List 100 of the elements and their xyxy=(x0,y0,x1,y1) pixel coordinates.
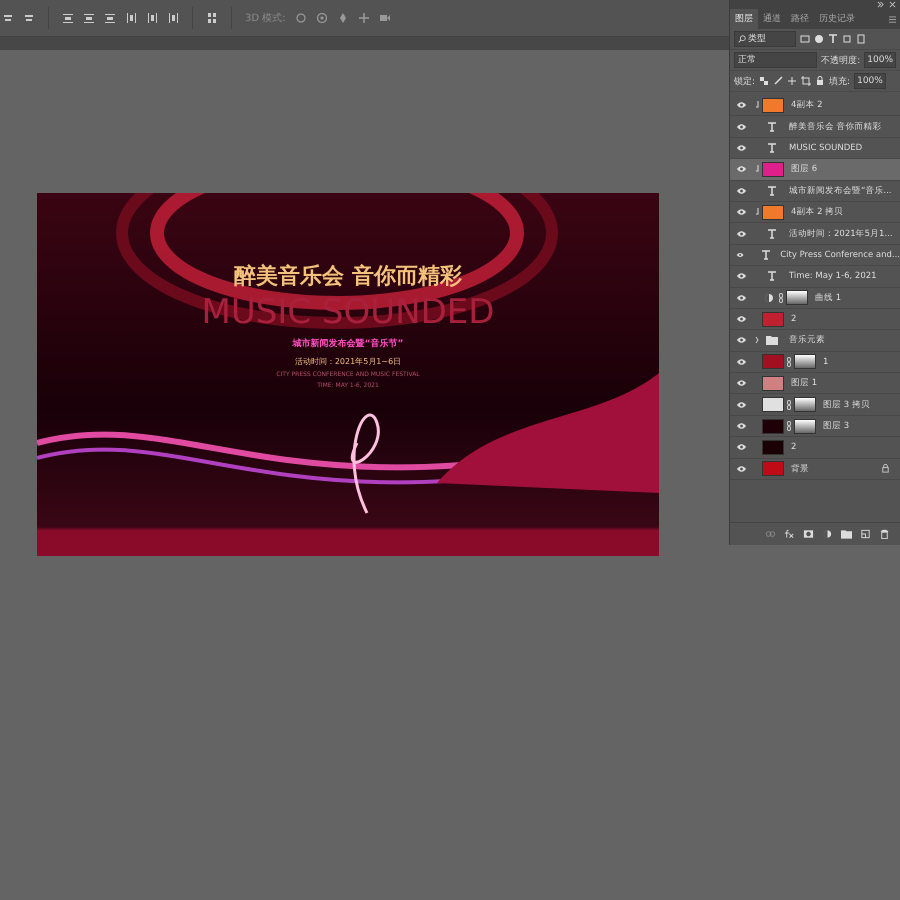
adjustment-icon xyxy=(764,292,774,303)
filter-dropdown[interactable]: 类型 xyxy=(734,31,796,47)
layer-name: 图层 6 xyxy=(791,163,818,176)
close-icon[interactable] xyxy=(889,1,896,8)
layer-name: 城市新闻发布会暨“音乐... xyxy=(789,184,892,197)
layer-row[interactable]: 醉美音乐会 音你而精彩 xyxy=(730,116,900,138)
layer-row[interactable]: 背景 xyxy=(730,458,900,480)
layer-row[interactable]: 图层 6 xyxy=(730,159,900,181)
rotate-icon[interactable] xyxy=(294,12,307,24)
align-icon[interactable] xyxy=(2,12,14,24)
adjustment-filter-icon[interactable] xyxy=(814,34,824,44)
poster-date-text: 活动时间：2021年5月1~6日 xyxy=(294,356,402,367)
folder-icon xyxy=(766,335,778,346)
distribute-icon[interactable] xyxy=(125,12,137,24)
layer-name: City Press Conference and... xyxy=(780,250,900,260)
camera-icon[interactable] xyxy=(378,12,391,24)
layer-row[interactable]: 1 xyxy=(730,352,900,374)
panel-tab[interactable]: 历史记录 xyxy=(814,9,860,29)
collapse-icon[interactable] xyxy=(877,1,884,8)
opacity-label: 不透明度: xyxy=(821,54,860,66)
add-mask-icon[interactable] xyxy=(803,529,814,539)
fill-field[interactable]: 100% xyxy=(854,73,886,89)
layer-row[interactable]: 音乐元素 xyxy=(730,330,900,352)
layer-name: 活动时间：2021年5月1... xyxy=(789,228,893,240)
blend-mode-dropdown[interactable]: 正常 xyxy=(734,52,818,68)
layer-row[interactable]: 2 xyxy=(730,437,900,459)
image-filter-icon[interactable] xyxy=(800,34,810,44)
layer-row[interactable]: 图层 1 xyxy=(730,373,900,394)
layer-name: 4副本 2 xyxy=(791,99,823,112)
distribute-icon[interactable] xyxy=(83,12,95,24)
visibility-eye-icon[interactable] xyxy=(736,443,747,452)
distribute-icon[interactable] xyxy=(104,12,116,24)
layer-name: 1 xyxy=(823,356,828,367)
distribute-icon[interactable] xyxy=(146,12,158,24)
layer-name: 音乐元素 xyxy=(789,334,825,346)
crop-icon[interactable] xyxy=(801,76,812,86)
brush-icon[interactable] xyxy=(773,76,784,86)
panel-tab[interactable]: 路径 xyxy=(786,9,814,29)
visibility-eye-icon[interactable] xyxy=(736,315,747,324)
layer-row[interactable]: 4副本 2 xyxy=(730,95,900,116)
layer-name: 4副本 2 拷贝 xyxy=(791,206,844,218)
visibility-eye-icon[interactable] xyxy=(736,165,747,174)
visibility-eye-icon[interactable] xyxy=(736,358,747,366)
layer-row[interactable]: 曲线 1 xyxy=(730,288,900,309)
visibility-eye-icon[interactable] xyxy=(736,186,747,195)
opacity-field[interactable]: 100% xyxy=(864,52,896,68)
visibility-eye-icon[interactable] xyxy=(736,464,747,473)
layer-row[interactable]: 2 xyxy=(730,308,900,330)
fill-label: 填充: xyxy=(829,76,850,88)
visibility-eye-icon[interactable] xyxy=(736,336,747,344)
mask-thumbnail xyxy=(794,418,816,434)
trash-icon[interactable] xyxy=(879,529,890,539)
layer-row[interactable]: Time: May 1-6, 2021 xyxy=(730,266,900,288)
layer-name: 图层 3 拷贝 xyxy=(823,398,870,411)
align-icon[interactable] xyxy=(23,12,35,24)
adjustment-layer-icon[interactable] xyxy=(822,529,833,539)
lock-icon[interactable] xyxy=(815,76,826,86)
panel-tab[interactable]: 图层 xyxy=(730,9,758,29)
visibility-eye-icon[interactable] xyxy=(736,422,747,430)
visibility-eye-icon[interactable] xyxy=(736,250,744,259)
folder-icon[interactable] xyxy=(841,529,852,539)
visibility-eye-icon[interactable] xyxy=(736,144,747,152)
lock-label: 锁定: xyxy=(734,76,756,88)
smart-object-filter-icon[interactable] xyxy=(856,34,866,44)
layer-style-icon[interactable] xyxy=(784,529,795,539)
visibility-eye-icon[interactable] xyxy=(736,294,747,302)
roll-icon[interactable] xyxy=(316,12,328,24)
shape-filter-icon[interactable] xyxy=(842,34,852,44)
checker-lock-icon[interactable] xyxy=(759,76,770,86)
visibility-eye-icon[interactable] xyxy=(736,122,747,131)
menu-icon[interactable] xyxy=(889,16,896,22)
layer-name: 2 xyxy=(791,314,796,324)
panel-tab[interactable]: 通道 xyxy=(758,9,786,29)
layer-name: 图层 1 xyxy=(791,377,818,390)
visibility-eye-icon[interactable] xyxy=(736,400,747,409)
layer-name: 醉美音乐会 音你而精彩 xyxy=(789,120,882,133)
visibility-eye-icon[interactable] xyxy=(736,272,747,280)
layer-row[interactable]: 活动时间：2021年5月1... xyxy=(730,223,900,245)
move-icon[interactable] xyxy=(358,12,370,24)
layer-name: 图层 3 xyxy=(823,420,850,432)
grid-icon[interactable] xyxy=(206,12,218,24)
layer-name: 曲线 1 xyxy=(815,292,842,304)
layer-row[interactable]: 图层 3 xyxy=(730,416,900,438)
layer-row[interactable]: 4副本 2 拷贝 xyxy=(730,202,900,224)
distribute-icon[interactable] xyxy=(167,12,179,24)
type-filter-icon[interactable] xyxy=(828,34,838,44)
mask-thumbnail xyxy=(794,354,816,370)
new-layer-icon[interactable] xyxy=(860,529,871,539)
layer-name: MUSIC SOUNDED xyxy=(789,142,862,153)
layer-name: Time: May 1-6, 2021 xyxy=(789,271,877,282)
layer-name: 2 xyxy=(791,442,796,452)
layer-row[interactable]: City Press Conference and... xyxy=(730,244,900,266)
layer-row[interactable]: 城市新闻发布会暨“音乐... xyxy=(730,180,900,202)
visibility-eye-icon[interactable] xyxy=(736,208,747,216)
mask-thumbnail xyxy=(794,397,816,412)
visibility-eye-icon[interactable] xyxy=(736,230,747,238)
distribute-icon[interactable] xyxy=(62,12,74,24)
layer-row[interactable]: 图层 3 拷贝 xyxy=(730,394,900,416)
visibility-eye-icon[interactable] xyxy=(736,379,747,388)
visibility-eye-icon[interactable] xyxy=(736,101,747,110)
